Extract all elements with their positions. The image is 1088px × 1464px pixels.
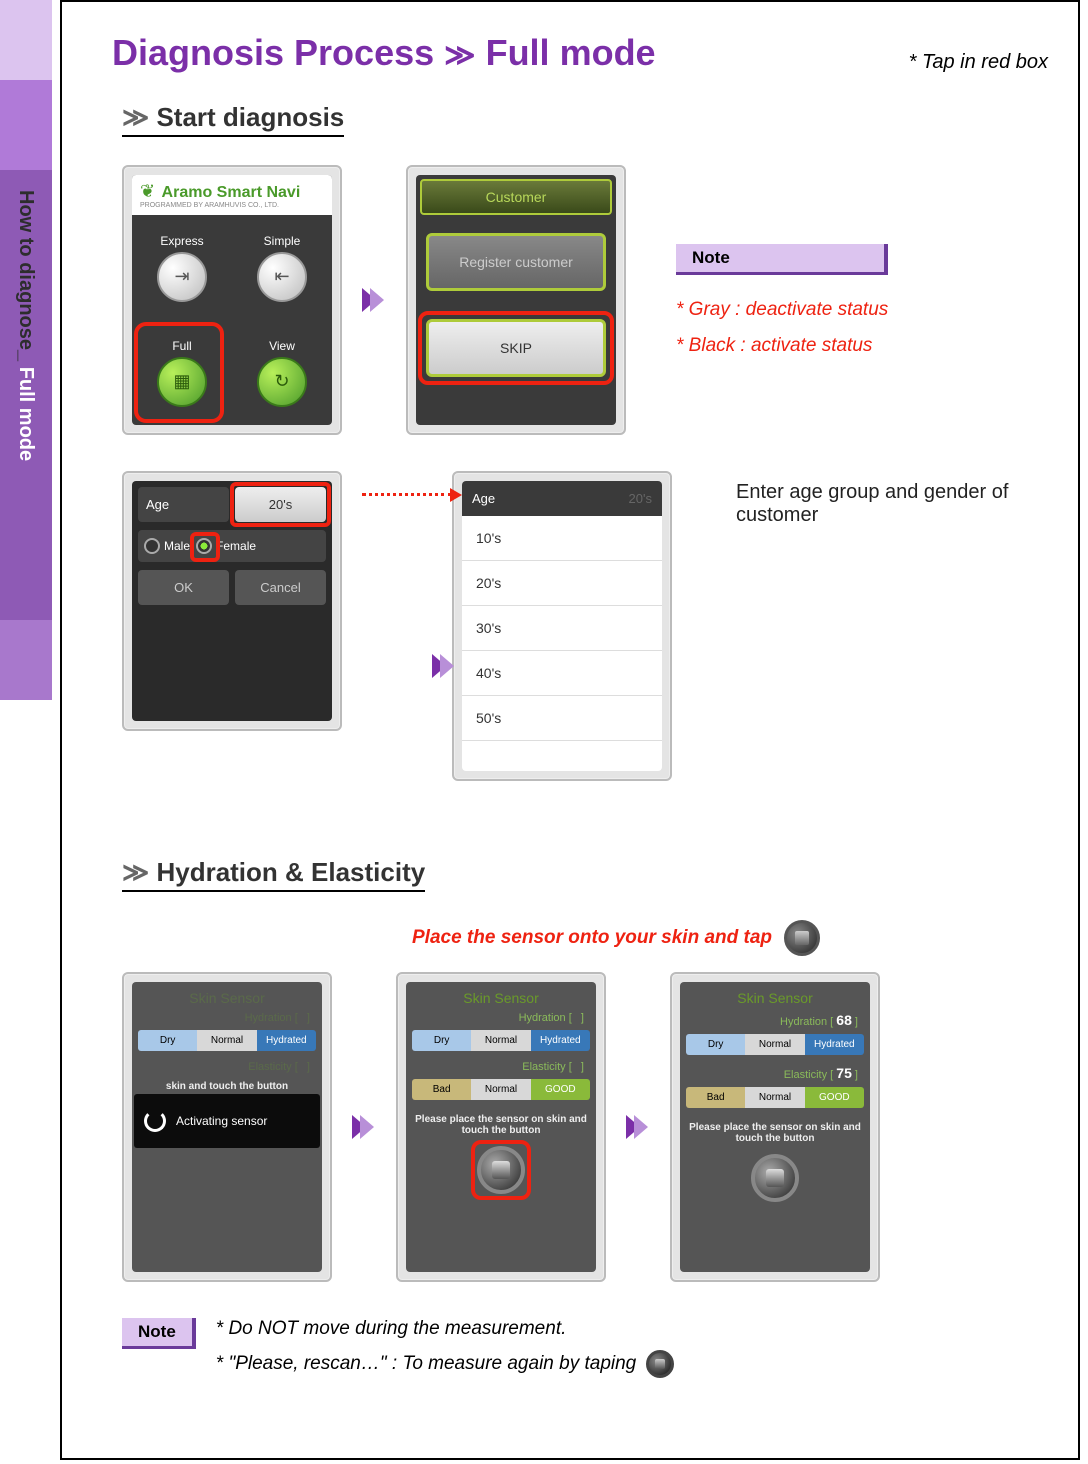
activating-overlay: Activating sensor bbox=[134, 1094, 320, 1148]
age-label: Age bbox=[138, 487, 229, 522]
note-black: * Black : activate status bbox=[676, 335, 888, 357]
gender-male[interactable]: Male bbox=[144, 538, 190, 554]
screenshot-age-gender: Age 20's Male Female OK Cancel bbox=[122, 471, 342, 731]
sensor-button[interactable] bbox=[751, 1154, 799, 1202]
page-frame: Diagnosis Process ≫ Full mode * Tap in r… bbox=[60, 0, 1080, 1460]
cancel-button[interactable]: Cancel bbox=[235, 570, 326, 605]
screenshot-sensor-result: Skin Sensor Hydration [ 68 ] DryNormalHy… bbox=[670, 972, 880, 1282]
highlight-box bbox=[134, 322, 224, 423]
hydration-scale: DryNormalHydrated bbox=[686, 1034, 864, 1055]
page-title: Diagnosis Process ≫ Full mode bbox=[112, 32, 656, 74]
highlight-box bbox=[471, 1140, 531, 1200]
screenshot-home: ❦ Aramo Smart Navi PROGRAMMED BY ARAMHUV… bbox=[122, 165, 342, 435]
sensor-button[interactable] bbox=[477, 1146, 525, 1194]
flow-arrow-icon bbox=[352, 1115, 376, 1139]
ok-button[interactable]: OK bbox=[138, 570, 229, 605]
sensor-msg: Please place the sensor on skin and touc… bbox=[412, 1114, 590, 1136]
spinner-icon bbox=[144, 1110, 166, 1132]
side-tab-decoration bbox=[0, 620, 52, 700]
elasticity-scale: BadNormalGOOD bbox=[412, 1079, 590, 1100]
side-tab-decoration bbox=[0, 0, 52, 80]
screenshot-age-list: Age 20's 10's 20's 30's 40's 50's bbox=[452, 471, 672, 781]
note-no-move: * Do NOT move during the measurement. bbox=[216, 1318, 674, 1340]
flow-arrow-icon bbox=[626, 1115, 650, 1139]
age-value-button[interactable]: 20's bbox=[235, 487, 326, 522]
hydration-scale: DryNormalHydrated bbox=[412, 1030, 590, 1051]
mode-view[interactable]: View↻ bbox=[232, 320, 332, 425]
mode-express[interactable]: Express⇥ bbox=[132, 215, 232, 320]
sensor-tap-icon bbox=[784, 920, 820, 956]
highlight-box bbox=[418, 311, 614, 385]
flow-arrow-icon bbox=[362, 288, 386, 312]
elasticity-scale: BadNormalGOOD bbox=[686, 1087, 864, 1108]
skin-sensor-title: Skin Sensor bbox=[138, 988, 316, 1008]
section-hydration-elasticity: ≫ Hydration & Elasticity bbox=[122, 857, 425, 892]
dotted-connector bbox=[362, 493, 452, 496]
age-option[interactable]: 30's bbox=[462, 606, 662, 651]
mode-full[interactable]: Full▦ bbox=[132, 320, 232, 425]
age-list-dim: 20's bbox=[629, 491, 652, 506]
note-gray: * Gray : deactivate status bbox=[676, 299, 888, 321]
gender-female[interactable]: Female bbox=[196, 538, 256, 554]
highlight-box bbox=[190, 532, 220, 562]
screenshot-sensor-activating: Skin Sensor Hydration [ ] DryNormalHydra… bbox=[122, 972, 332, 1282]
app-subtitle: PROGRAMMED BY ARAMHUVIS CO., LTD. bbox=[140, 202, 324, 209]
leaf-icon: ❦ bbox=[140, 181, 155, 201]
hydration-value: 68 bbox=[836, 1012, 852, 1028]
side-tab-decoration bbox=[0, 80, 52, 170]
skin-sensor-title: Skin Sensor bbox=[686, 988, 864, 1008]
age-list-header: Age bbox=[472, 491, 495, 506]
age-option[interactable]: 20's bbox=[462, 561, 662, 606]
note-tag: Note bbox=[122, 1318, 196, 1349]
note-rescan: * "Please, rescan…" : To measure again b… bbox=[216, 1353, 636, 1375]
skin-sensor-title: Skin Sensor bbox=[412, 988, 590, 1008]
age-option[interactable]: 10's bbox=[462, 516, 662, 561]
note-tag: Note bbox=[676, 244, 888, 275]
app-brand: Aramo Smart Navi bbox=[162, 184, 301, 201]
section-start-diagnosis: ≫ Start diagnosis bbox=[122, 102, 344, 137]
screenshot-customer: Customer Register customer SKIP bbox=[406, 165, 626, 435]
age-instruction: Enter age group and gender of customer bbox=[736, 481, 1016, 527]
highlight-box bbox=[230, 482, 331, 527]
elasticity-value: 75 bbox=[836, 1065, 852, 1081]
sensor-msg: Please place the sensor on skin and touc… bbox=[686, 1122, 864, 1144]
tap-hint: * Tap in red box bbox=[909, 51, 1048, 74]
flow-arrow-icon bbox=[432, 654, 456, 678]
hydration-scale: DryNormalHydrated bbox=[138, 1030, 316, 1051]
mode-simple[interactable]: Simple⇤ bbox=[232, 215, 332, 320]
side-label: How to diagnose_ Full mode bbox=[14, 190, 37, 461]
sensor-tap-icon bbox=[646, 1350, 674, 1378]
customer-tab[interactable]: Customer bbox=[420, 179, 612, 215]
age-option[interactable]: 40's bbox=[462, 651, 662, 696]
sensor-msg: skin and touch the button bbox=[138, 1081, 316, 1092]
place-sensor-hint: Place the sensor onto your skin and tap bbox=[412, 927, 772, 949]
register-customer-button[interactable]: Register customer bbox=[426, 233, 606, 291]
screenshot-sensor-ready: Skin Sensor Hydration [ ] DryNormalHydra… bbox=[396, 972, 606, 1282]
age-option[interactable]: 50's bbox=[462, 696, 662, 741]
